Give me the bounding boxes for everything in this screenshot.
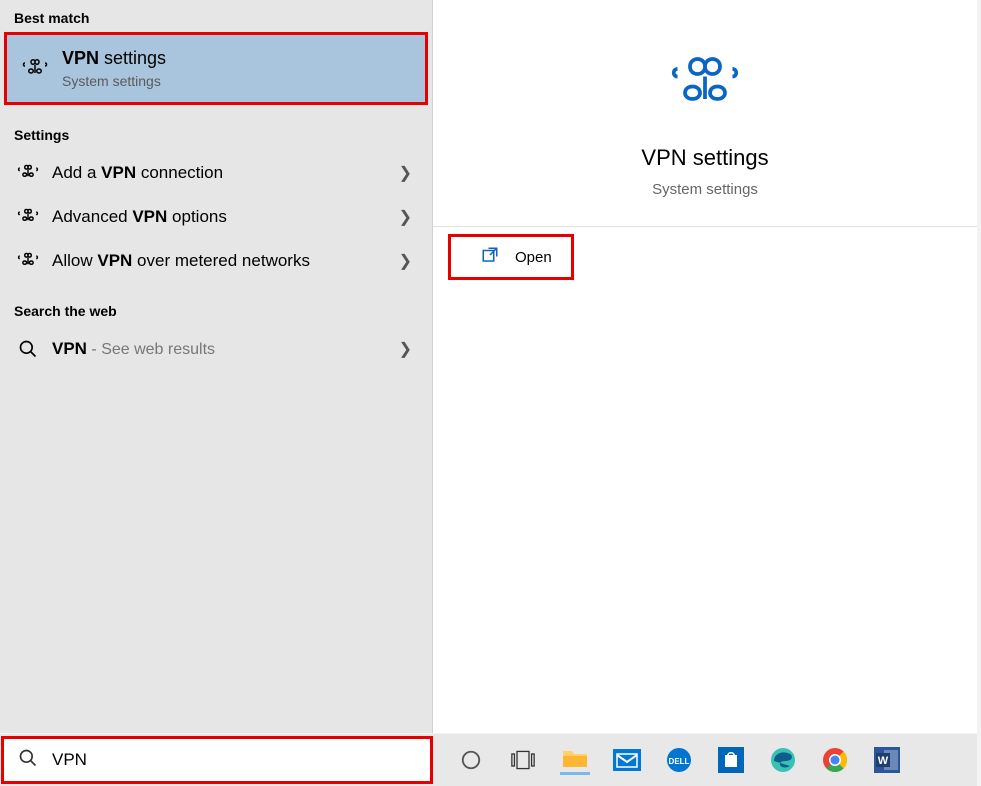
- vpn-icon: [14, 164, 42, 182]
- open-label: Open: [515, 249, 552, 266]
- section-best-match: Best match: [0, 0, 432, 34]
- task-view-icon[interactable]: [508, 745, 538, 775]
- detail-header: VPN settings System settings: [433, 0, 977, 227]
- detail-subtitle: System settings: [453, 181, 957, 198]
- details-panel: VPN settings System settings Open: [433, 0, 977, 733]
- search-icon: [18, 748, 38, 773]
- open-icon: [481, 246, 499, 269]
- chevron-right-icon: ❯: [399, 163, 412, 183]
- settings-item-add-vpn[interactable]: Add a VPN connection ❯: [0, 151, 432, 195]
- vpn-icon: [14, 252, 42, 270]
- svg-text:W: W: [878, 755, 889, 767]
- settings-item-label: Allow VPN over metered networks: [52, 251, 399, 271]
- chevron-right-icon: ❯: [399, 207, 412, 227]
- vpn-icon: [20, 58, 50, 80]
- search-icon: [14, 339, 42, 359]
- section-search-web: Search the web: [0, 293, 432, 327]
- dell-icon[interactable]: DELL: [664, 745, 694, 775]
- best-match-vpn-settings[interactable]: VPN settings System settings: [6, 34, 426, 103]
- settings-item-label: Add a VPN connection: [52, 163, 399, 183]
- svg-text:DELL: DELL: [669, 757, 690, 766]
- taskbar: DELL W: [0, 734, 977, 786]
- section-settings: Settings: [0, 117, 432, 151]
- search-results-panel: Best match VPN settings System settings …: [0, 0, 977, 733]
- settings-item-advanced-vpn[interactable]: Advanced VPN options ❯: [0, 195, 432, 239]
- edge-icon[interactable]: [768, 745, 798, 775]
- chrome-icon[interactable]: [820, 745, 850, 775]
- results-left-panel: Best match VPN settings System settings …: [0, 0, 433, 733]
- detail-title: VPN settings: [453, 145, 957, 171]
- best-match-text: VPN settings System settings: [62, 48, 166, 89]
- open-action[interactable]: Open: [451, 237, 571, 277]
- vpn-icon: [14, 208, 42, 226]
- settings-item-label: Advanced VPN options: [52, 207, 399, 227]
- settings-item-metered-vpn[interactable]: Allow VPN over metered networks ❯: [0, 239, 432, 283]
- best-match-title: VPN settings: [62, 48, 166, 69]
- taskbar-icons: DELL W: [456, 745, 902, 775]
- taskbar-search[interactable]: [4, 739, 430, 781]
- vpn-icon-large: [670, 56, 740, 117]
- file-explorer-icon[interactable]: [560, 745, 590, 775]
- web-result-vpn[interactable]: VPN - See web results ❯: [0, 327, 432, 371]
- cortana-icon[interactable]: [456, 745, 486, 775]
- word-icon[interactable]: W: [872, 745, 902, 775]
- best-match-subtitle: System settings: [62, 73, 166, 89]
- web-result-label: VPN - See web results: [52, 339, 399, 359]
- mail-icon[interactable]: [612, 745, 642, 775]
- chevron-right-icon: ❯: [399, 251, 412, 271]
- chevron-right-icon: ❯: [399, 339, 412, 359]
- store-icon[interactable]: [716, 745, 746, 775]
- search-input[interactable]: [52, 750, 416, 770]
